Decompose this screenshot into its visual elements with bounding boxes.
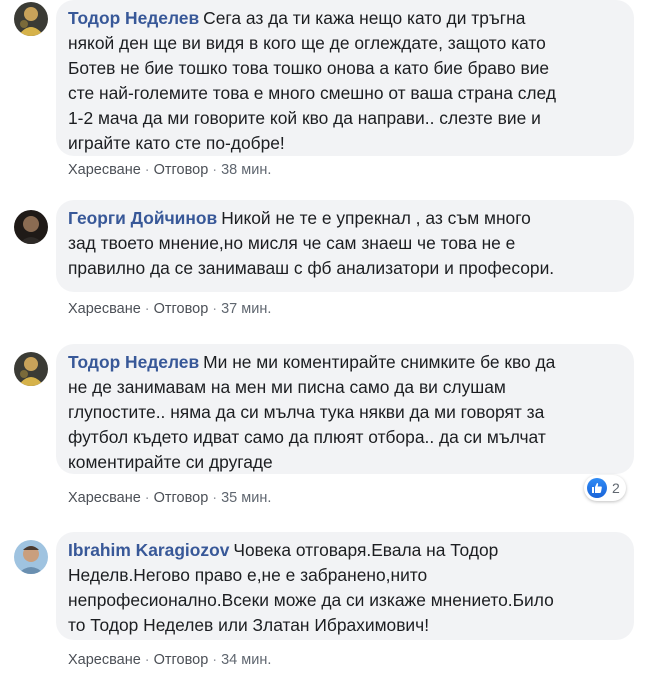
- avatar[interactable]: [14, 210, 48, 244]
- avatar-photo-icon: [14, 352, 48, 386]
- avatar[interactable]: [14, 2, 48, 36]
- separator: ·: [144, 162, 150, 178]
- comment-text: Ibrahim Karagiozov Човека отговаря.Евала …: [68, 538, 622, 638]
- separator: ·: [212, 490, 218, 506]
- separator: ·: [212, 301, 218, 317]
- avatar[interactable]: [14, 540, 48, 574]
- comment-author[interactable]: Ibrahim Karagiozov: [68, 540, 229, 560]
- comment-line: някой ден ще ви видя в кого ще де оглежд…: [68, 33, 546, 53]
- comment-time[interactable]: 35 мин.: [221, 490, 271, 506]
- comment-line: футбол където идват само да плюят отбора…: [68, 427, 546, 447]
- reply-link[interactable]: Отговор: [154, 162, 209, 178]
- comment-time[interactable]: 34 мин.: [221, 652, 271, 668]
- comment-line: 1-2 мача да ми говорите кой кво да напра…: [68, 108, 541, 128]
- reply-link[interactable]: Отговор: [154, 490, 209, 506]
- comment-bubble: Тодор Неделев Ми не ми коментирайте снимк…: [56, 344, 634, 474]
- thumbs-up-icon: [592, 483, 602, 493]
- reply-link[interactable]: Отговор: [154, 301, 209, 317]
- avatar-photo-icon: [14, 210, 48, 244]
- like-link[interactable]: Харесване: [68, 490, 141, 506]
- comment-actions: Харесване · Отговор · 38 мин.: [68, 162, 271, 178]
- comment-line: Никой не те е упрекнал , аз съм много: [221, 208, 531, 228]
- comment-line: зад твоето мнение,но мисля че сам знаеш …: [68, 233, 516, 253]
- comment-author[interactable]: Тодор Неделев: [68, 352, 199, 372]
- comment-line: Ботев не бие тошко това тошко онова а ка…: [68, 58, 550, 78]
- comment-bubble: Георги Дойчинов Никой не те е упрекнал , …: [56, 200, 634, 292]
- comment-line: коментирайте си другаде: [68, 452, 273, 472]
- comment-time[interactable]: 37 мин.: [221, 301, 271, 317]
- separator: ·: [212, 652, 218, 668]
- comment-actions: Харесване · Отговор · 37 мин.: [68, 301, 271, 317]
- comment-bubble: Ibrahim Karagiozov Човека отговаря.Евала …: [56, 532, 634, 640]
- separator: ·: [144, 301, 150, 317]
- like-link[interactable]: Харесване: [68, 301, 141, 317]
- comment-line: непрофесионално.Всеки може да си изкаже …: [68, 590, 554, 610]
- comment-text: Георги Дойчинов Никой не те е упрекнал , …: [68, 206, 622, 281]
- comment-bubble: Тодор Неделев Сега аз да ти кажа нещо кат…: [56, 0, 634, 156]
- comment-line: глупостите.. няма да си мълча тука някви…: [68, 402, 545, 422]
- comment-line: не де занимавам на мен ми писна само да …: [68, 377, 506, 397]
- comment-text: Тодор Неделев Сега аз да ти кажа нещо кат…: [68, 6, 622, 156]
- avatar-photo-icon: [14, 2, 48, 36]
- avatar-photo-icon: [14, 540, 48, 574]
- comment-time[interactable]: 38 мин.: [221, 162, 271, 178]
- like-reaction-icon: [587, 478, 607, 498]
- comment-actions: Харесване · Отговор · 34 мин.: [68, 652, 271, 668]
- comment-line: играйте като сте по-добре!: [68, 133, 285, 153]
- comment-line: Човека отговаря.Евала на Тодор: [233, 540, 499, 560]
- avatar[interactable]: [14, 352, 48, 386]
- separator: ·: [144, 652, 150, 668]
- comment-line: сте най-големите това е много смешно от …: [68, 83, 556, 103]
- comment-line: то Тодор Неделев или Златан Ибрахимович!: [68, 615, 430, 635]
- separator: ·: [212, 162, 218, 178]
- comment-line: Сега аз да ти кажа нещо като ди тръгна: [203, 8, 526, 28]
- comment-line: Неделв.Негово право е,не е забранено,нит…: [68, 565, 428, 585]
- comment-author[interactable]: Тодор Неделев: [68, 8, 199, 28]
- comment-author[interactable]: Георги Дойчинов: [68, 208, 217, 228]
- comment-actions: Харесване · Отговор · 35 мин.: [68, 490, 271, 506]
- separator: ·: [144, 490, 150, 506]
- comment-line: Ми не ми коментирайте снимките бе кво да: [203, 352, 556, 372]
- reply-link[interactable]: Отговор: [154, 652, 209, 668]
- like-link[interactable]: Харесване: [68, 652, 141, 668]
- comment-line: правилно да се занимаваш с фб анализатор…: [68, 258, 555, 278]
- reaction-summary[interactable]: 2: [584, 475, 626, 501]
- comment-text: Тодор Неделев Ми не ми коментирайте снимк…: [68, 350, 622, 475]
- like-link[interactable]: Харесване: [68, 162, 141, 178]
- reaction-count: 2: [612, 480, 620, 496]
